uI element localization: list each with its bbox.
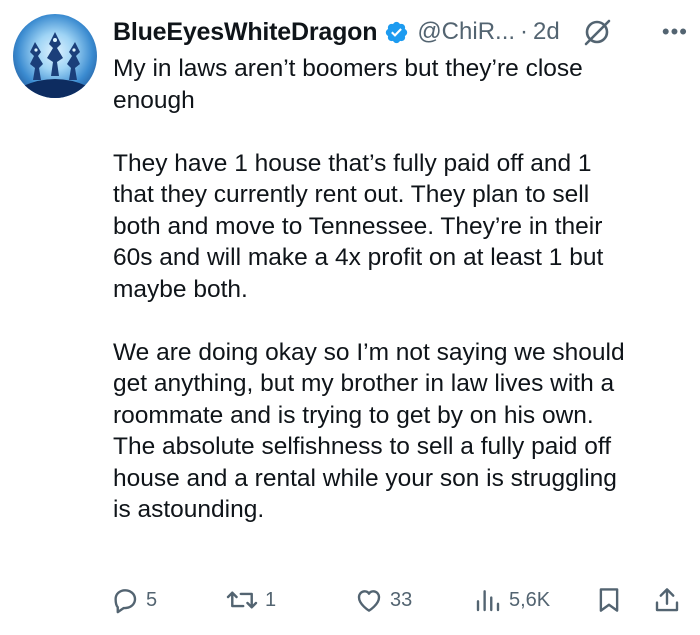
like-count: 33 <box>390 588 413 611</box>
separator-dot: · <box>520 18 529 45</box>
repost-button[interactable]: 1 <box>225 585 276 615</box>
bookmark-icon <box>599 588 619 612</box>
more-icon[interactable]: ••• <box>662 19 688 45</box>
share-button[interactable] <box>652 585 682 615</box>
repost-count: 1 <box>265 588 277 611</box>
action-bar: 5 1 33 5,6K <box>110 585 686 615</box>
tweet-text: My in laws aren’t boomers but they’re cl… <box>113 55 625 523</box>
grok-icon[interactable] <box>582 17 612 47</box>
display-name[interactable]: BlueEyesWhiteDragon <box>113 18 378 47</box>
handle[interactable]: @ChiR... <box>417 18 515 46</box>
views-icon <box>476 590 500 612</box>
avatar-image <box>23 32 87 98</box>
verified-badge-icon <box>386 21 408 43</box>
repost-icon <box>226 591 258 609</box>
view-count: 5,6K <box>509 588 551 611</box>
reply-button[interactable]: 5 <box>110 585 157 615</box>
reply-count: 5 <box>146 588 158 611</box>
views-button[interactable]: 5,6K <box>473 585 550 615</box>
timestamp[interactable]: 2d <box>533 18 560 46</box>
heart-icon <box>357 590 381 612</box>
reply-icon <box>114 589 137 614</box>
tweet-header: BlueEyesWhiteDragon @ChiR... · 2d ••• <box>113 14 688 50</box>
like-button[interactable]: 33 <box>354 585 412 615</box>
avatar[interactable] <box>13 14 97 98</box>
share-icon <box>655 588 679 612</box>
bookmark-button[interactable] <box>594 585 624 615</box>
